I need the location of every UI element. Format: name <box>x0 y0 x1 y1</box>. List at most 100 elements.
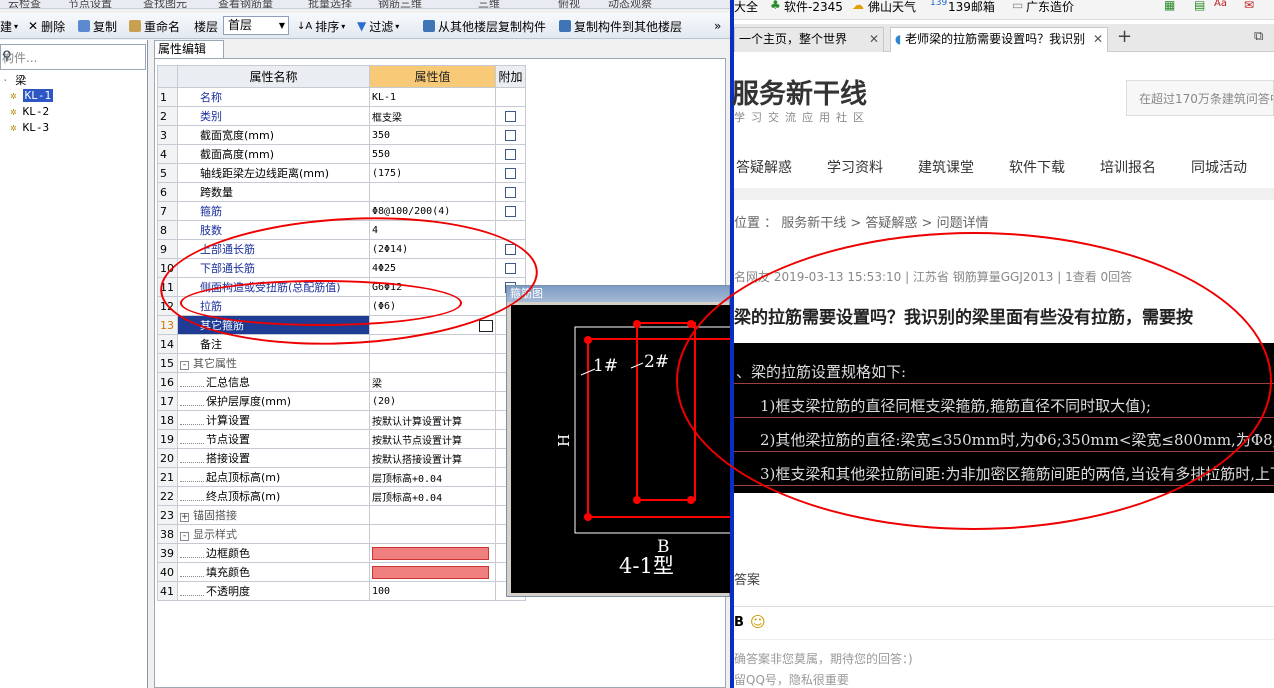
popup-title[interactable]: 箍筋图 <box>507 286 729 302</box>
tree-root[interactable]: · 梁 <box>2 72 26 88</box>
delete-button[interactable]: ✕ 删除 <box>28 17 65 35</box>
property-value[interactable] <box>369 505 496 525</box>
top-toolbar-item[interactable]: 节点设置 <box>68 0 112 8</box>
copy-to-floor-button[interactable]: 复制构件到其他楼层 <box>559 17 682 35</box>
tree-item[interactable]: ✲ KL-1 <box>10 89 54 102</box>
answer-placeholder[interactable]: 确答案非您莫属，期待您的回答：) <box>734 650 913 667</box>
property-row[interactable]: 38- 显示样式 <box>157 524 526 544</box>
sort-button[interactable]: ↓A 排序 ▾ <box>297 17 345 35</box>
top-toolbar-item[interactable]: 批量选择 <box>308 0 352 8</box>
property-row[interactable]: 2 类别 框支梁 <box>157 106 526 126</box>
property-value[interactable] <box>369 562 496 582</box>
top-toolbar-item[interactable]: 云检查 <box>8 0 41 8</box>
tree-item[interactable]: ✲ KL-3 <box>10 121 49 134</box>
bookmark-item[interactable]: 佛山天气 <box>868 0 916 15</box>
expand-icon[interactable]: + <box>180 513 189 522</box>
nav-item[interactable]: 学习资料 <box>827 157 883 177</box>
tree-item[interactable]: ✲ KL-2 <box>10 105 49 118</box>
property-row[interactable]: 4 截面高度(mm) 550 <box>157 144 526 164</box>
property-row[interactable]: 22 终点顶标高(m) 层顶标高+0.04 <box>157 486 526 506</box>
top-toolbar-item[interactable]: 俯视 <box>558 0 580 8</box>
emoji-icon[interactable]: ☺ <box>750 613 766 631</box>
floor-select[interactable]: 首层 ▼ <box>223 16 289 35</box>
bookmark-item[interactable]: 广东造价 <box>1026 0 1074 15</box>
property-value[interactable]: 梁 <box>369 372 496 392</box>
property-row[interactable]: 40 填充颜色 <box>157 562 526 582</box>
nav-item[interactable]: 同城活动 <box>1191 157 1247 177</box>
property-row[interactable]: 41 不透明度 100 <box>157 581 526 601</box>
property-value[interactable]: 按默认计算设置计算 <box>369 410 496 430</box>
nav-item[interactable]: 培训报名 <box>1100 157 1156 177</box>
property-value[interactable]: (20) <box>369 391 496 411</box>
top-toolbar-item[interactable]: 查看钢筋量 <box>218 0 273 8</box>
extra-checkbox[interactable] <box>505 149 516 160</box>
color-swatch[interactable] <box>372 565 489 579</box>
filter-button[interactable]: ▼ 过滤 ▾ <box>357 17 399 35</box>
window-icon[interactable]: ⧉ <box>1254 29 1263 44</box>
property-row[interactable]: 3 截面宽度(mm) 350 <box>157 125 526 145</box>
search-icon[interactable]: ⚲ <box>2 49 16 64</box>
new-tab-button[interactable]: + <box>1117 26 1132 47</box>
bookmark-item[interactable]: 软件-2345 <box>784 0 843 15</box>
property-value[interactable]: (175) <box>369 163 496 183</box>
property-value[interactable] <box>369 524 496 544</box>
top-toolbar-item[interactable]: 查找图元 <box>143 0 187 8</box>
extra-checkbox[interactable] <box>505 111 516 122</box>
property-row[interactable]: 1 名称 KL-1 <box>157 87 526 107</box>
nav-item[interactable]: 建筑课堂 <box>918 157 974 177</box>
close-icon[interactable]: ✕ <box>869 28 879 50</box>
browser-tab[interactable]: 一个主页，整个世界 ✕ <box>734 27 884 52</box>
property-value[interactable]: 550 <box>369 144 496 164</box>
property-row[interactable]: 15- 其它属性 <box>157 353 526 373</box>
bookmark-item[interactable]: 139邮箱 <box>948 0 995 15</box>
property-row[interactable]: 16 汇总信息 梁 <box>157 372 526 392</box>
top-toolbar-item[interactable]: 钢筋三维 <box>378 0 422 8</box>
color-swatch[interactable] <box>372 546 489 560</box>
property-row[interactable]: 18 计算设置 按默认计算设置计算 <box>157 410 526 430</box>
collapse-icon[interactable]: - <box>180 361 189 370</box>
property-value[interactable] <box>369 182 496 202</box>
property-value[interactable]: 350 <box>369 125 496 145</box>
site-search-input[interactable]: 在超过170万条建筑问答中 <box>1126 80 1274 116</box>
collapse-icon[interactable]: - <box>180 532 189 541</box>
ellipsis-button[interactable]: ··· <box>479 319 495 332</box>
rename-button[interactable]: 重命名 <box>129 17 180 35</box>
nav-item[interactable]: 答疑解惑 <box>736 157 792 177</box>
property-row[interactable]: 19 节点设置 按默认节点设置计算 <box>157 429 526 449</box>
extra-checkbox[interactable] <box>505 206 516 217</box>
property-value[interactable]: 层顶标高+0.04 <box>369 467 496 487</box>
bookmark-item[interactable]: 大全 <box>734 0 758 15</box>
extra-checkbox[interactable] <box>505 130 516 141</box>
close-icon[interactable]: ✕ <box>1093 28 1103 50</box>
extra-checkbox[interactable] <box>505 168 516 179</box>
property-row[interactable]: 23 + 锚固搭接 <box>157 505 526 525</box>
extra-checkbox[interactable] <box>505 187 516 198</box>
tab-property-editor[interactable]: 属性编辑 <box>154 40 224 58</box>
mail-icon[interactable]: ✉ <box>1244 0 1254 12</box>
copy-button[interactable]: 复制 <box>78 17 117 35</box>
property-row[interactable]: 17 保护层厚度(mm) (20) <box>157 391 526 411</box>
property-value[interactable]: 层顶标高+0.04 <box>369 486 496 506</box>
property-value[interactable]: 框支梁 <box>369 106 496 126</box>
property-row[interactable]: 6 跨数量 <box>157 182 526 202</box>
property-row[interactable]: 20 搭接设置 按默认搭接设置计算 <box>157 448 526 468</box>
apps-icon[interactable]: ▦ <box>1164 0 1175 12</box>
site-logo[interactable]: 服务新干线 <box>732 72 867 111</box>
property-row[interactable]: 21 起点顶标高(m) 层顶标高+0.04 <box>157 467 526 487</box>
more-button[interactable]: » <box>714 17 721 35</box>
property-row[interactable]: 39 边框颜色 <box>157 543 526 563</box>
property-value[interactable] <box>369 353 496 373</box>
bold-icon[interactable]: B <box>734 615 744 630</box>
bookmark-manager-icon[interactable]: ▤ <box>1194 0 1205 12</box>
property-value[interactable] <box>369 543 496 563</box>
translate-icon[interactable]: Aa <box>1214 0 1227 9</box>
top-toolbar-item[interactable]: 动态观察 <box>608 0 652 8</box>
copy-from-floor-button[interactable]: 从其他楼层复制构件 <box>423 17 546 35</box>
search-box[interactable]: 构件... ⚲ <box>0 44 146 70</box>
top-toolbar-item[interactable]: 三维 <box>478 0 500 8</box>
browser-tab-active[interactable]: ◖ 老师梁的拉筋需要设置吗？我识别 ✕ <box>890 27 1108 52</box>
nav-item[interactable]: 软件下载 <box>1009 157 1065 177</box>
property-row[interactable]: 5 轴线距梁左边线距离(mm) (175) <box>157 163 526 183</box>
new-button[interactable]: 建 ▾ <box>0 17 18 35</box>
breadcrumb[interactable]: 位置 ： 服务新干线 > 答疑解惑 > 问题详情 <box>734 212 989 231</box>
